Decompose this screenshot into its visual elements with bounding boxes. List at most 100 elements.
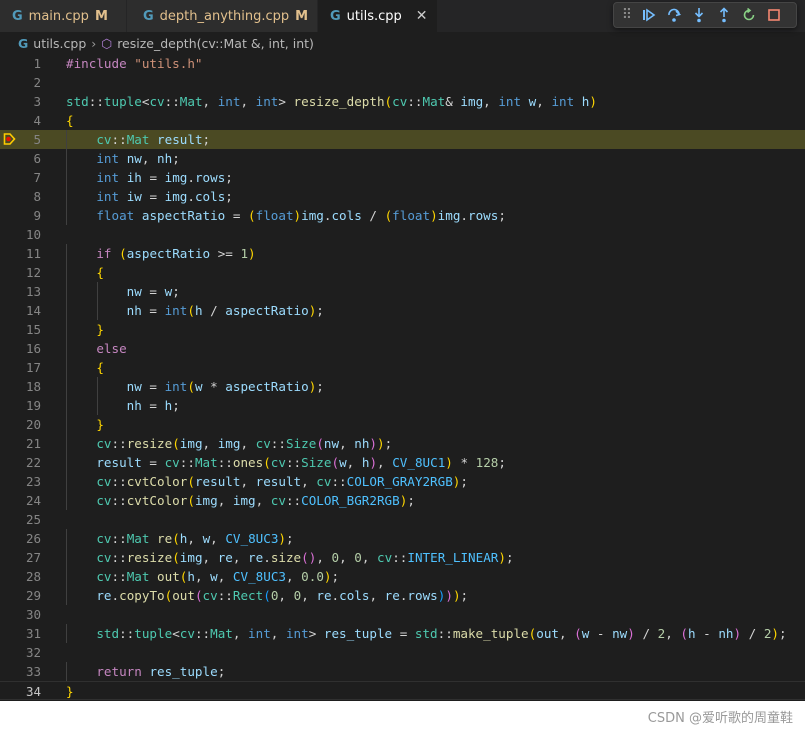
breakpoint-current-icon[interactable] [3, 132, 17, 147]
close-icon[interactable]: ✕ [416, 8, 428, 24]
code-line[interactable]: 12 { [0, 263, 805, 282]
code-text: cv::resize(img, re, re.size(), 0, 0, cv:… [96, 550, 514, 565]
code-text: cv::cvtColor(result, result, cv::COLOR_G… [96, 474, 468, 489]
stop-icon[interactable] [761, 4, 786, 26]
code-line[interactable]: 3 std::tuple<cv::Mat, int, int> resize_de… [0, 92, 805, 111]
code-text: nw = w; [126, 284, 180, 299]
cpp-icon: G [12, 8, 23, 24]
step-into-icon[interactable] [686, 4, 711, 26]
code-editor-window: G main.cpp M G depth_anything.cpp M G ut… [0, 0, 805, 701]
tab-utils-cpp[interactable]: G utils.cpp ✕ [318, 0, 438, 32]
code-line[interactable]: 10 [0, 225, 805, 244]
code-line[interactable]: 6 int nw, nh; [0, 149, 805, 168]
line-number: 7 [33, 170, 41, 185]
code-line[interactable]: 15 } [0, 320, 805, 339]
line-number: 18 [25, 379, 41, 394]
code-line[interactable]: 24 cv::cvtColor(img, img, cv::COLOR_BGR2… [0, 491, 805, 510]
code-text: if (aspectRatio >= 1) [96, 246, 256, 261]
line-number: 3 [33, 94, 41, 109]
line-number: 14 [25, 303, 41, 318]
code-line[interactable]: 27 cv::resize(img, re, re.size(), 0, 0, … [0, 548, 805, 567]
step-out-icon[interactable] [711, 4, 736, 26]
code-text: #include "utils.h" [66, 56, 203, 71]
line-number: 19 [25, 398, 41, 413]
code-line[interactable]: 13 nw = w; [0, 282, 805, 301]
watermark: CSDN @爱听歌的周童鞋 [647, 711, 793, 726]
code-line[interactable]: 23 cv::cvtColor(result, result, cv::COLO… [0, 472, 805, 491]
line-number: 16 [25, 341, 41, 356]
cpp-icon: G [18, 35, 29, 51]
code-line[interactable]: 4{ [0, 111, 805, 130]
method-cube-icon: ⬡ [101, 35, 113, 51]
line-number: 29 [25, 588, 41, 603]
chevron-right-icon: › [91, 35, 97, 51]
code-text: int ih = img.rows; [96, 170, 233, 185]
code-area[interactable]: 1 #include "utils.h" 2 3 std::tuple<cv::Mat,… [0, 54, 805, 700]
code-text: nh = int(h / aspectRatio); [126, 303, 324, 318]
code-line[interactable]: 19 nh = h; [0, 396, 805, 415]
code-text: std::tuple<cv::Mat, int, int> resize_dep… [66, 94, 597, 109]
code-text: else [96, 341, 127, 356]
line-number: 11 [25, 246, 41, 261]
code-text: { [96, 265, 104, 280]
code-line[interactable]: 29 re.copyTo(out(cv::Rect(0, 0, re.cols,… [0, 586, 805, 605]
code-line[interactable]: 26 cv::Mat re(h, w, CV_8UC3); [0, 529, 805, 548]
tab-label: main.cpp [28, 8, 89, 24]
code-line[interactable]: 14 nh = int(h / aspectRatio); [0, 301, 805, 320]
line-number: 20 [25, 417, 41, 432]
code-text: cv::Mat out(h, w, CV_8UC3, 0.0); [96, 569, 340, 584]
breadcrumb-symbol[interactable]: resize_depth(cv::Mat &, int, int) [117, 36, 314, 51]
line-number: 22 [25, 455, 41, 470]
code-line[interactable]: 18 nw = int(w * aspectRatio); [0, 377, 805, 396]
code-text: cv::Mat re(h, w, CV_8UC3); [96, 531, 294, 546]
code-line[interactable]: 17 { [0, 358, 805, 377]
code-line[interactable]: 9 float aspectRatio = (float)img.cols / … [0, 206, 805, 225]
code-line[interactable]: 30 [0, 605, 805, 624]
restart-icon[interactable] [736, 4, 761, 26]
code-text: nw = int(w * aspectRatio); [126, 379, 324, 394]
line-number: 28 [25, 569, 41, 584]
tab-bar: G main.cpp M G depth_anything.cpp M G ut… [0, 0, 805, 32]
continue-icon[interactable] [636, 4, 661, 26]
code-text: int iw = img.cols; [96, 189, 233, 204]
line-number: 23 [25, 474, 41, 489]
code-line[interactable]: 22 result = cv::Mat::ones(cv::Size(w, h)… [0, 453, 805, 472]
line-number: 33 [25, 664, 41, 679]
modified-indicator: M [295, 8, 309, 24]
page-footer: CSDN @爱听歌的周童鞋 [0, 701, 805, 731]
code-line[interactable]: 11 if (aspectRatio >= 1) [0, 244, 805, 263]
code-line[interactable]: 7 int ih = img.rows; [0, 168, 805, 187]
line-number: 8 [33, 189, 41, 204]
code-line[interactable]: 8 int iw = img.cols; [0, 187, 805, 206]
code-line[interactable]: 31 std::tuple<cv::Mat, int, int> res_tup… [0, 624, 805, 643]
code-line[interactable]: 1 #include "utils.h" [0, 54, 805, 73]
code-text: return res_tuple; [96, 664, 226, 679]
drag-handle-icon[interactable]: ⠿ [618, 4, 636, 26]
code-text: cv::resize(img, img, cv::Size(nw, nh)); [96, 436, 393, 451]
code-text: float aspectRatio = (float)img.cols / (f… [96, 208, 506, 223]
code-line[interactable]: 33 return res_tuple; [0, 662, 805, 681]
step-over-icon[interactable] [661, 4, 686, 26]
code-line[interactable]: 20 } [0, 415, 805, 434]
tab-depth-anything-cpp[interactable]: G depth_anything.cpp M [127, 0, 318, 32]
code-line[interactable]: 2 [0, 73, 805, 92]
code-line[interactable]: 28 cv::Mat out(h, w, CV_8UC3, 0.0); [0, 567, 805, 586]
line-number: 4 [33, 113, 41, 128]
line-number: 17 [25, 360, 41, 375]
line-number: 30 [25, 607, 41, 622]
code-line[interactable]: 32 [0, 643, 805, 662]
line-number: 10 [25, 227, 41, 242]
code-text: cv::cvtColor(img, img, cv::COLOR_BGR2RGB… [96, 493, 415, 508]
code-text: } [96, 322, 104, 337]
debug-toolbar: ⠿ [613, 2, 797, 28]
code-line[interactable]: 5 cv::Mat result; [0, 130, 805, 149]
code-line[interactable]: 21 cv::resize(img, img, cv::Size(nw, nh)… [0, 434, 805, 453]
breadcrumb-file[interactable]: utils.cpp [33, 36, 86, 51]
code-line[interactable]: 34} [0, 681, 805, 700]
modified-indicator: M [94, 8, 108, 24]
code-text: } [96, 417, 104, 432]
line-number: 24 [25, 493, 41, 508]
code-line[interactable]: 25 [0, 510, 805, 529]
code-line[interactable]: 16 else [0, 339, 805, 358]
tab-main-cpp[interactable]: G main.cpp M [0, 0, 127, 32]
